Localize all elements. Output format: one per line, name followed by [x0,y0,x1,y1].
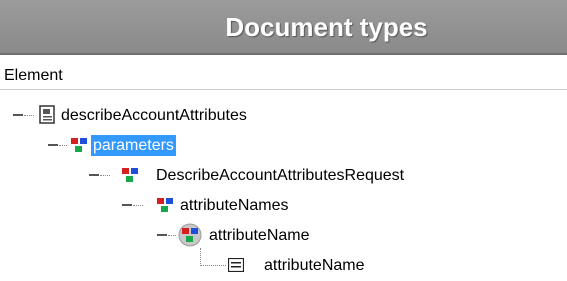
collapse-icon[interactable] [122,204,132,206]
tree-connector [100,175,110,176]
structure-icon [122,168,138,182]
tree-item-parameters[interactable]: parameters [0,130,567,160]
collapse-icon[interactable] [13,114,23,116]
collapse-icon[interactable] [157,234,167,236]
tree-item[interactable]: attributeName [0,220,567,250]
tree-item-label: attributeNames [180,197,289,214]
tree-item[interactable]: attributeName [0,248,567,280]
panel-title: Document types [225,12,428,42]
tree-item-label: attributeName [209,227,310,244]
document-icon [39,105,55,124]
tree-item-label: describeAccountAttributes [61,107,247,124]
field-icon [228,258,244,272]
tree-connector [168,235,176,236]
tree-connector [200,265,226,266]
document-tree: describeAccountAttributes parameters Des… [0,90,567,281]
collapse-icon[interactable] [48,144,58,146]
structure-icon [157,198,173,212]
tree-item[interactable]: describeAccountAttributes [0,100,567,130]
collapse-icon[interactable] [89,174,99,176]
tree-connector [200,248,201,266]
tree-item-label: attributeName [264,257,365,274]
tree-connector [133,205,143,206]
column-header-element[interactable]: Element [0,62,567,90]
tree-item[interactable]: attributeNames [0,190,567,220]
structure-list-icon [178,223,202,247]
tree-item-label: parameters [91,135,176,156]
tree-item-label: DescribeAccountAttributesRequest [156,167,405,184]
tree-connector [59,145,67,146]
structure-icon [71,138,87,152]
tree-connector [24,115,34,116]
tree-item[interactable]: DescribeAccountAttributesRequest [0,160,567,190]
